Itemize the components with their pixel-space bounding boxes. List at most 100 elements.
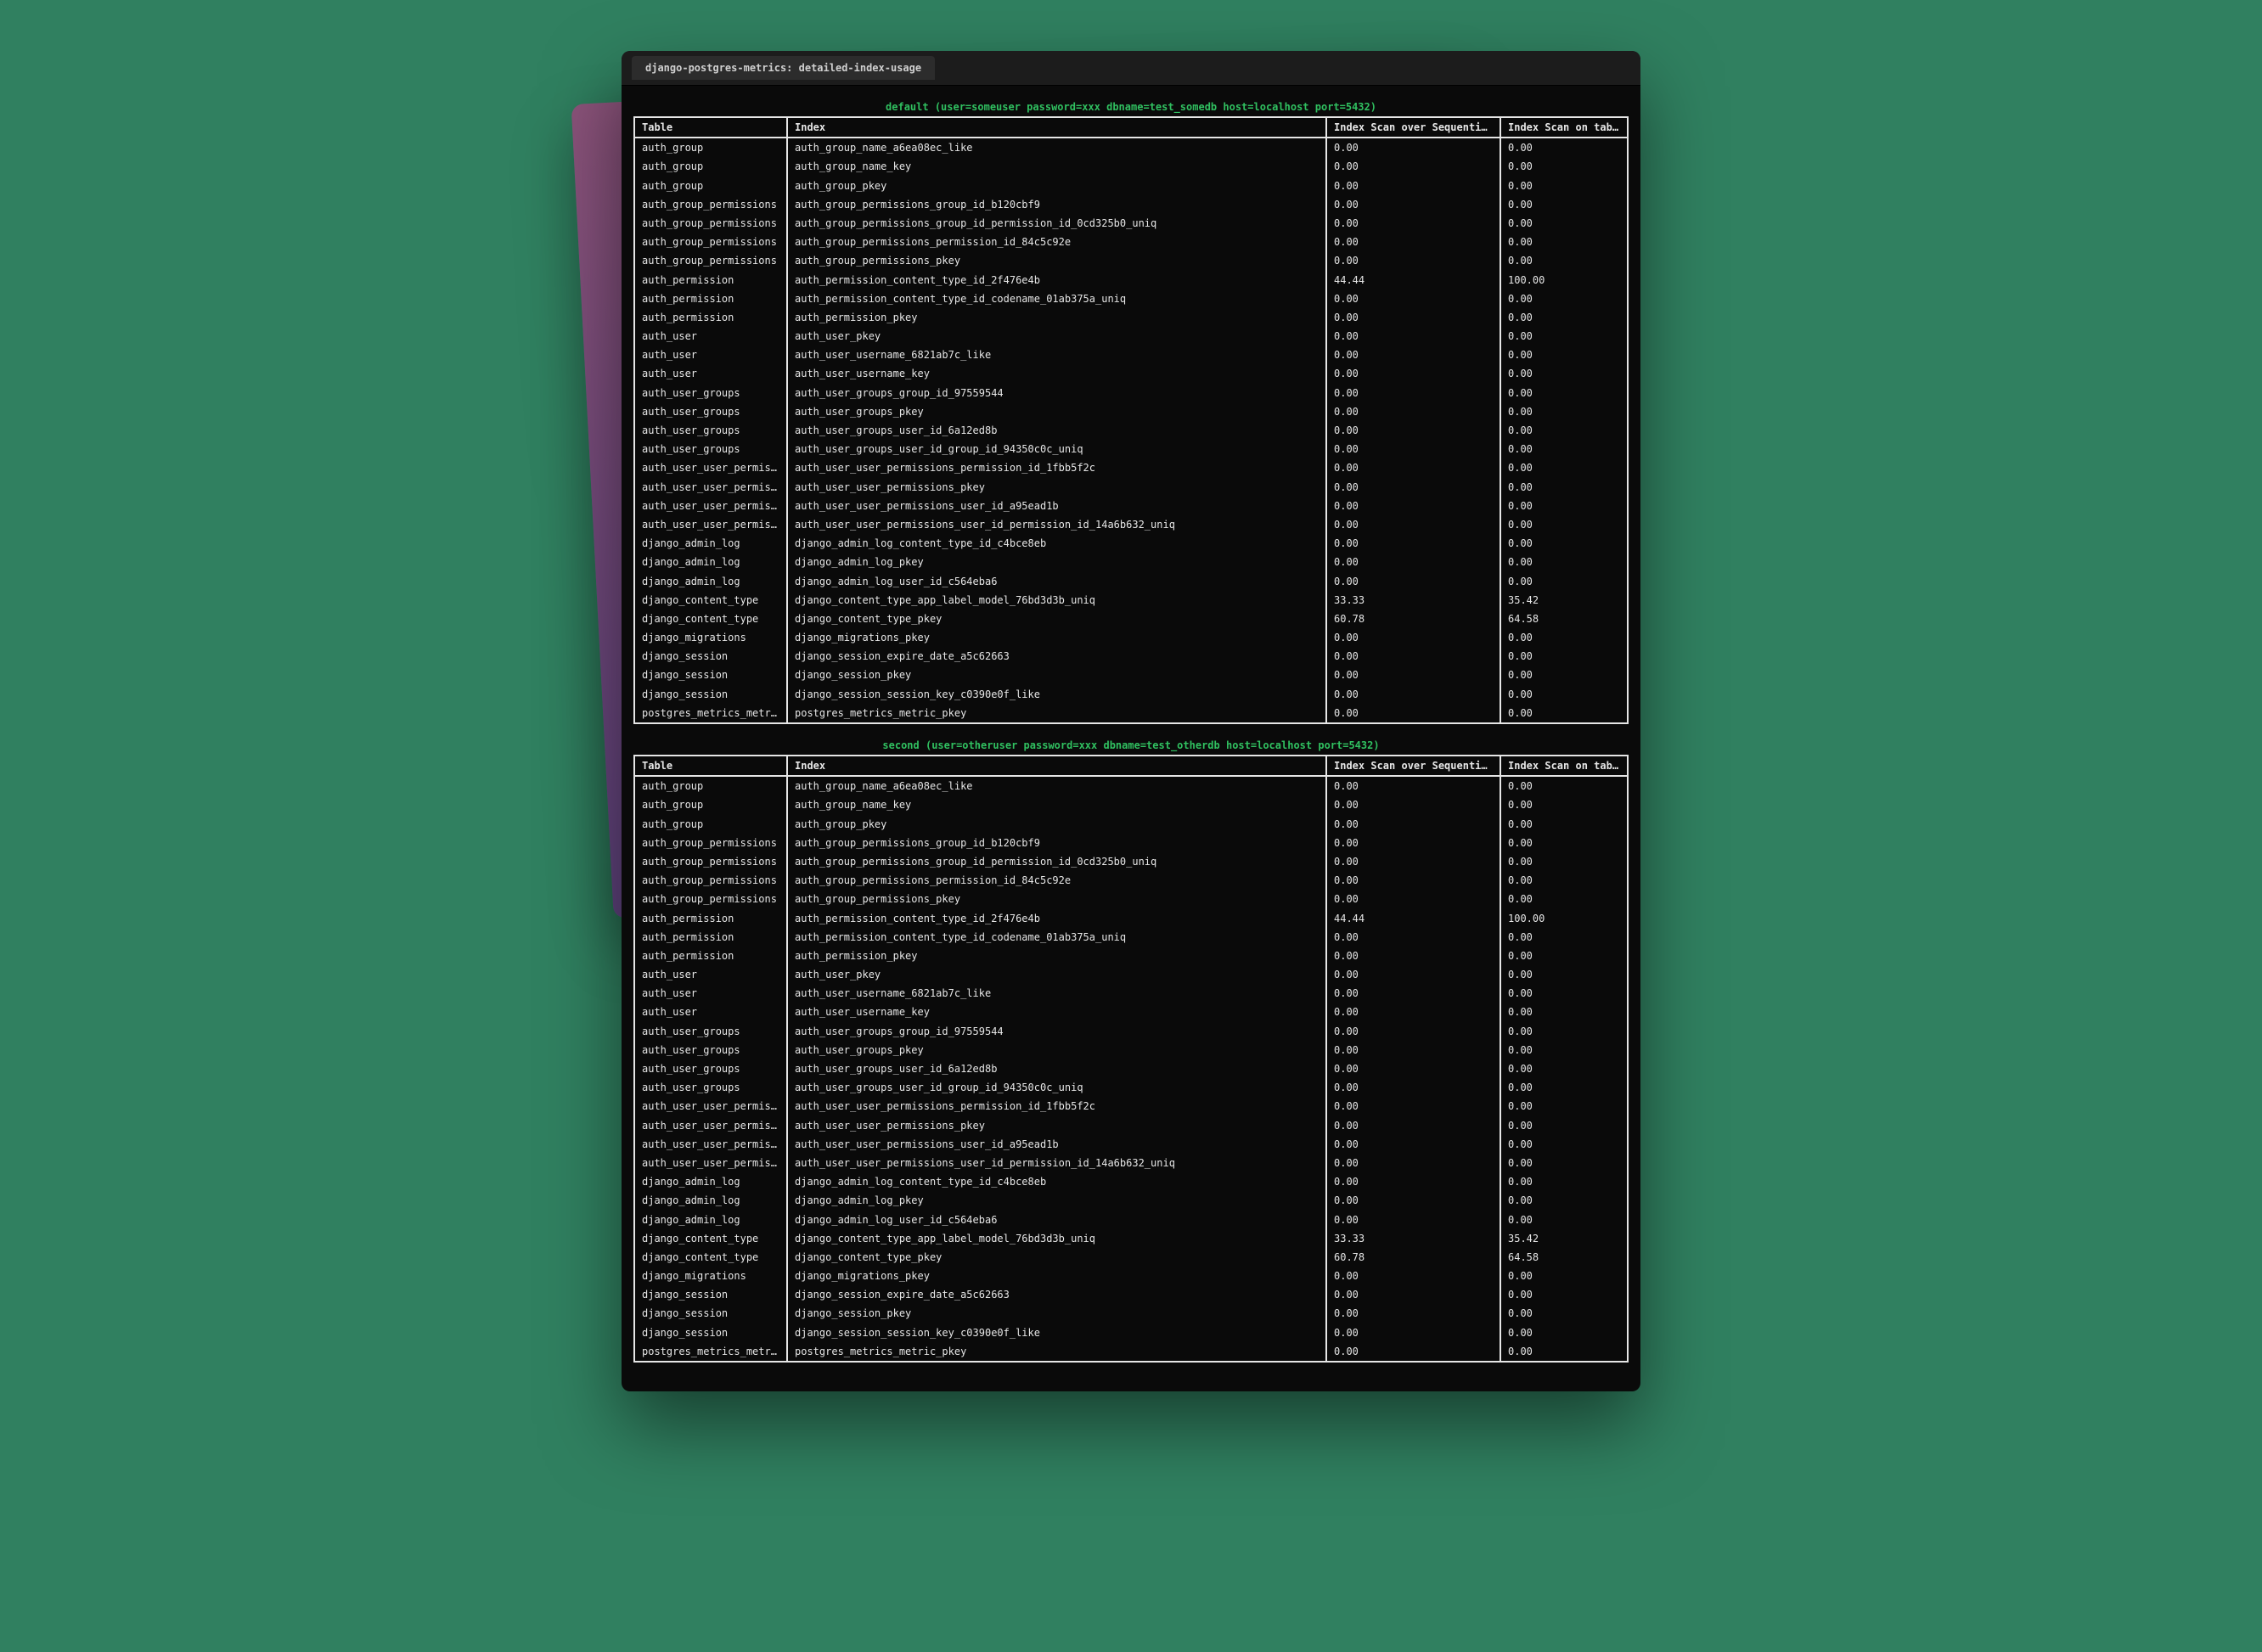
cell-table: auth_user_groups (634, 1059, 787, 1078)
cell-index: django_session_pkey (787, 1304, 1326, 1323)
cell-seq-scan: 60.78 (1326, 610, 1500, 628)
cell-table: auth_group (634, 157, 787, 176)
cell-scan-on-table: 64.58 (1500, 1248, 1628, 1267)
cell-seq-scan: 0.00 (1326, 1022, 1500, 1041)
cell-table: auth_user (634, 965, 787, 984)
cell-index: django_admin_log_user_id_c564eba6 (787, 1211, 1326, 1229)
table-row: auth_user_user_permissionsauth_user_user… (634, 478, 1628, 497)
table-row: auth_userauth_user_pkey0.000.00 (634, 965, 1628, 984)
cell-scan-on-table: 0.00 (1500, 1022, 1628, 1041)
cell-index: auth_group_permissions_pkey (787, 251, 1326, 270)
cell-seq-scan: 0.00 (1326, 1059, 1500, 1078)
cell-scan-on-table: 0.00 (1500, 1116, 1628, 1135)
cell-index: auth_permission_content_type_id_2f476e4b (787, 909, 1326, 928)
cell-scan-on-table: 0.00 (1500, 795, 1628, 814)
column-header-scan-on-table[interactable]: Index Scan on table (1500, 756, 1628, 776)
metrics-table: TableIndexIndex Scan over Sequential Sca… (633, 755, 1629, 1363)
cell-index: auth_group_pkey (787, 177, 1326, 195)
table-row: auth_user_user_permissionsauth_user_user… (634, 1154, 1628, 1172)
cell-scan-on-table: 0.00 (1500, 327, 1628, 346)
cell-seq-scan: 0.00 (1326, 984, 1500, 1003)
cell-table: django_session (634, 647, 787, 666)
terminal-tab[interactable]: django-postgres-metrics: detailed-index-… (632, 56, 935, 80)
cell-seq-scan: 0.00 (1326, 1304, 1500, 1323)
cell-scan-on-table: 0.00 (1500, 666, 1628, 684)
cell-seq-scan: 0.00 (1326, 478, 1500, 497)
cell-table: auth_permission (634, 947, 787, 965)
terminal-content: default (user=someuser password=xxx dbna… (622, 86, 1640, 1391)
cell-scan-on-table: 35.42 (1500, 591, 1628, 610)
cell-index: postgres_metrics_metric_pkey (787, 704, 1326, 723)
column-header-scan-on-table[interactable]: Index Scan on table (1500, 117, 1628, 138)
table-row: django_migrationsdjango_migrations_pkey0… (634, 1267, 1628, 1285)
cell-scan-on-table: 0.00 (1500, 1135, 1628, 1154)
cell-scan-on-table: 0.00 (1500, 1285, 1628, 1304)
column-header-table[interactable]: Table (634, 117, 787, 138)
cell-scan-on-table: 0.00 (1500, 402, 1628, 421)
cell-seq-scan: 0.00 (1326, 346, 1500, 364)
table-row: auth_user_groupsauth_user_groups_pkey0.0… (634, 1041, 1628, 1059)
table-row: django_admin_logdjango_admin_log_content… (634, 1172, 1628, 1191)
cell-index: auth_user_pkey (787, 327, 1326, 346)
cell-table: auth_user_groups (634, 1078, 787, 1097)
cell-seq-scan: 0.00 (1326, 1078, 1500, 1097)
table-row: django_content_typedjango_content_type_a… (634, 591, 1628, 610)
cell-seq-scan: 0.00 (1326, 834, 1500, 852)
cell-seq-scan: 0.00 (1326, 402, 1500, 421)
cell-table: django_session (634, 666, 787, 684)
cell-table: django_content_type (634, 591, 787, 610)
cell-index: auth_user_user_permissions_permission_id… (787, 458, 1326, 477)
column-header-seq-scan[interactable]: Index Scan over Sequential Scan (1326, 756, 1500, 776)
column-header-index[interactable]: Index (787, 756, 1326, 776)
cell-scan-on-table: 0.00 (1500, 458, 1628, 477)
table-row: auth_group_permissionsauth_group_permiss… (634, 852, 1628, 871)
cell-table: auth_user_user_permissions (634, 1097, 787, 1115)
cell-index: auth_user_username_6821ab7c_like (787, 984, 1326, 1003)
cell-index: auth_user_groups_user_id_6a12ed8b (787, 1059, 1326, 1078)
table-row: auth_groupauth_group_pkey0.000.00 (634, 177, 1628, 195)
cell-scan-on-table: 0.00 (1500, 421, 1628, 440)
cell-scan-on-table: 0.00 (1500, 384, 1628, 402)
cell-scan-on-table: 0.00 (1500, 1059, 1628, 1078)
cell-table: auth_group (634, 795, 787, 814)
cell-table: auth_permission (634, 909, 787, 928)
column-header-index[interactable]: Index (787, 117, 1326, 138)
cell-seq-scan: 0.00 (1326, 177, 1500, 195)
cell-table: auth_user_groups (634, 440, 787, 458)
cell-index: auth_user_user_permissions_user_id_a95ea… (787, 1135, 1326, 1154)
cell-index: django_content_type_app_label_model_76bd… (787, 1229, 1326, 1248)
cell-table: auth_user_user_permissions (634, 1116, 787, 1135)
cell-scan-on-table: 0.00 (1500, 1267, 1628, 1285)
database-caption: default (user=someuser password=xxx dbna… (633, 96, 1629, 116)
metrics-table: TableIndexIndex Scan over Sequential Sca… (633, 116, 1629, 724)
cell-seq-scan: 0.00 (1326, 947, 1500, 965)
table-row: auth_permissionauth_permission_pkey0.000… (634, 947, 1628, 965)
cell-scan-on-table: 0.00 (1500, 364, 1628, 383)
cell-scan-on-table: 0.00 (1500, 685, 1628, 704)
table-row: auth_user_user_permissionsauth_user_user… (634, 1135, 1628, 1154)
cell-table: auth_group_permissions (634, 852, 787, 871)
table-row: auth_userauth_user_username_6821ab7c_lik… (634, 346, 1628, 364)
cell-index: django_session_session_key_c0390e0f_like (787, 1323, 1326, 1342)
cell-table: auth_group_permissions (634, 233, 787, 251)
cell-seq-scan: 0.00 (1326, 138, 1500, 157)
cell-table: auth_group (634, 776, 787, 795)
cell-index: auth_group_permissions_group_id_permissi… (787, 214, 1326, 233)
cell-index: django_admin_log_pkey (787, 553, 1326, 571)
cell-index: auth_user_user_permissions_user_id_permi… (787, 515, 1326, 534)
cell-index: django_session_expire_date_a5c62663 (787, 1285, 1326, 1304)
cell-seq-scan: 0.00 (1326, 628, 1500, 647)
cell-seq-scan: 0.00 (1326, 647, 1500, 666)
column-header-table[interactable]: Table (634, 756, 787, 776)
cell-table: auth_user_groups (634, 1022, 787, 1041)
table-row: auth_permissionauth_permission_content_t… (634, 289, 1628, 308)
table-row: auth_group_permissionsauth_group_permiss… (634, 195, 1628, 214)
cell-index: auth_group_permissions_permission_id_84c… (787, 233, 1326, 251)
cell-index: auth_user_user_permissions_pkey (787, 1116, 1326, 1135)
cell-seq-scan: 0.00 (1326, 384, 1500, 402)
table-row: django_migrationsdjango_migrations_pkey0… (634, 628, 1628, 647)
cell-table: django_admin_log (634, 572, 787, 591)
cell-table: auth_user_user_permissions (634, 497, 787, 515)
column-header-seq-scan[interactable]: Index Scan over Sequential Scan (1326, 117, 1500, 138)
cell-seq-scan: 0.00 (1326, 1285, 1500, 1304)
